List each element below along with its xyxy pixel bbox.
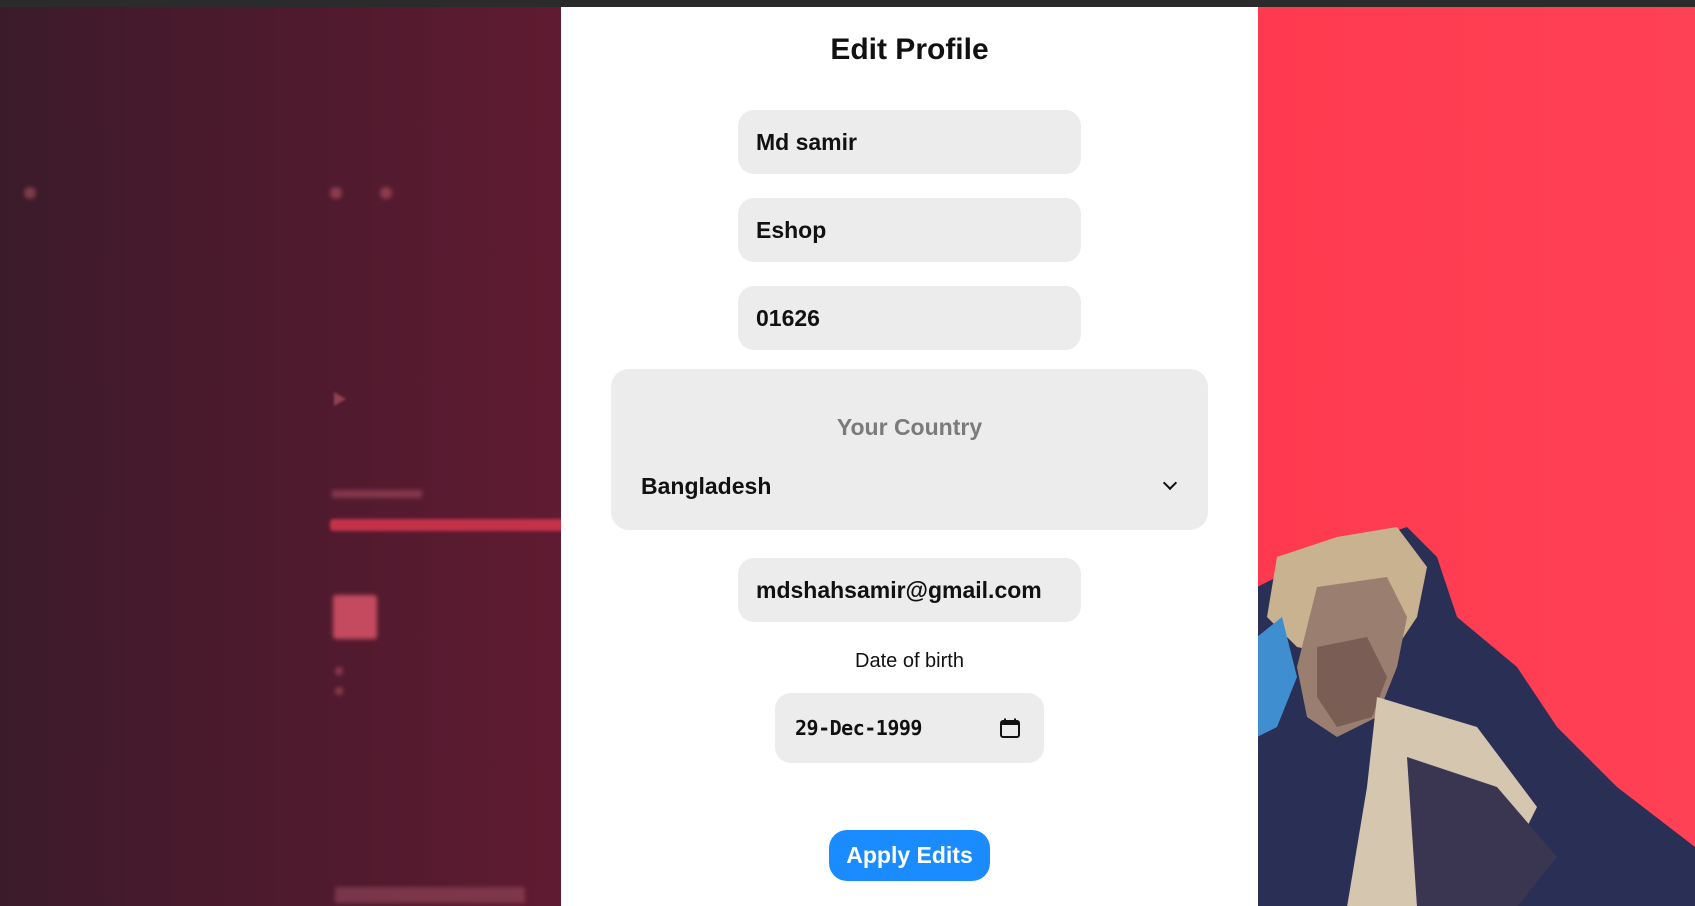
dob-label: Date of birth (855, 650, 964, 672)
background-dot (24, 187, 36, 199)
phone-input[interactable]: 01626 (738, 286, 1081, 350)
page-title: Edit Profile (830, 33, 989, 66)
first-name-input[interactable]: Md samir (738, 110, 1081, 174)
browser-top-bar (0, 0, 1695, 7)
background-dot (335, 687, 343, 695)
last-name-input[interactable]: Eshop (738, 198, 1081, 262)
country-select[interactable]: Bangladesh (641, 467, 1181, 505)
background-art-right (1257, 7, 1695, 906)
background-square (333, 595, 377, 639)
background-art-left (0, 7, 561, 906)
background-blur-text (335, 887, 525, 903)
country-label: Your Country (836, 414, 983, 440)
background-progress-bar (330, 519, 561, 531)
background-blur-label (332, 490, 422, 498)
country-selected-value: Bangladesh (641, 472, 772, 499)
background-dot (335, 667, 343, 675)
calendar-icon[interactable] (998, 716, 1022, 740)
date-of-birth-input[interactable]: 29-Dec-1999 (775, 693, 1044, 763)
edit-profile-card: Edit Profile Md samir Eshop 01626 Your C… (561, 7, 1258, 906)
country-field-group: Your Country Bangladesh (611, 369, 1208, 530)
hero-character-image (1257, 527, 1695, 906)
dob-value: 29-Dec-1999 (795, 716, 922, 740)
background-dot (330, 187, 342, 199)
background-play-shape (334, 392, 346, 406)
chevron-down-icon (1162, 475, 1178, 491)
email-input[interactable]: mdshahsamir@gmail.com (738, 558, 1081, 622)
background-dot (380, 187, 392, 199)
apply-edits-button[interactable]: Apply Edits (829, 830, 990, 881)
